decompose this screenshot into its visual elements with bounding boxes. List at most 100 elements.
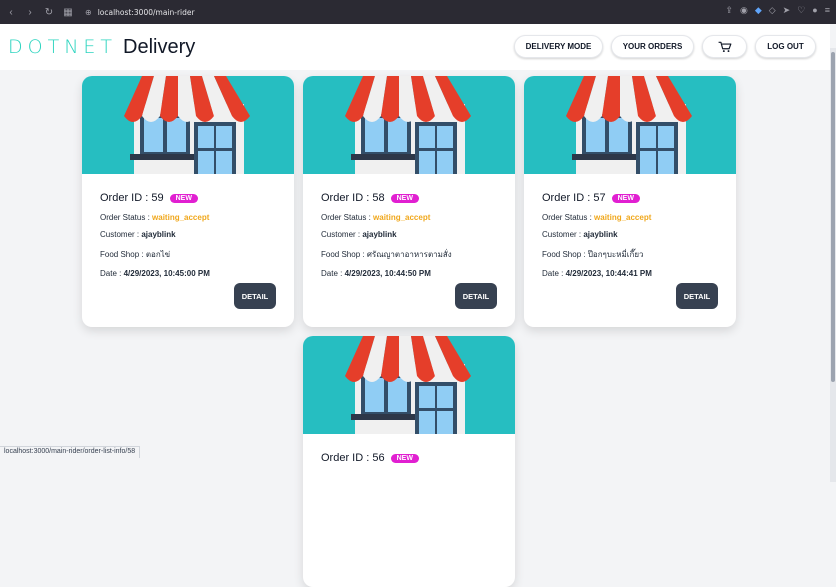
order-status: waiting_accept bbox=[373, 212, 431, 222]
order-status-row: Order Status : waiting_accept bbox=[542, 213, 722, 222]
forward-icon[interactable]: › bbox=[25, 7, 35, 18]
cart-button[interactable] bbox=[702, 35, 747, 58]
food-shop-label: Food Shop : bbox=[100, 249, 146, 259]
order-info: Order ID : 59 NEW Order Status : waiting… bbox=[100, 192, 280, 278]
date-row: Date : 4/29/2023, 10:44:50 PM bbox=[321, 269, 501, 278]
food-shop-name: ตอกไข่ bbox=[145, 249, 171, 259]
food-shop-row: Food Shop : ป๊อกๆบะหมี่เกี๊ยว bbox=[542, 248, 722, 261]
order-card[interactable]: Order ID : 58 NEW Order Status : waiting… bbox=[303, 76, 515, 327]
food-shop-name: ป๊อกๆบะหมี่เกี๊ยว bbox=[587, 249, 644, 259]
heart-icon[interactable]: ♡ bbox=[797, 5, 805, 16]
app-header: DOTNET Delivery DELIVERY MODE YOUR ORDER… bbox=[0, 24, 830, 70]
order-info: Order ID : 58 NEW Order Status : waiting… bbox=[321, 192, 501, 278]
order-info: Order ID : 57 NEW Order Status : waiting… bbox=[542, 192, 722, 278]
order-title: Order ID : 59 NEW bbox=[100, 192, 280, 204]
send-icon[interactable]: ➤ bbox=[783, 5, 791, 16]
date-label: Date : bbox=[321, 269, 345, 278]
share-icon[interactable]: ⇪ bbox=[725, 5, 733, 16]
food-shop-name: ศรัณญาตาอาหารตามสั่ง bbox=[366, 249, 452, 259]
order-title: Order ID : 57 NEW bbox=[542, 192, 722, 204]
customer-row: Customer : ajayblink bbox=[100, 230, 280, 239]
shop-image bbox=[303, 336, 515, 434]
browser-nav: ‹ › ↻ ▦ bbox=[0, 7, 73, 18]
shop-image bbox=[303, 76, 515, 174]
order-id-line: Order ID : 57 bbox=[542, 192, 606, 204]
extensions-icon[interactable]: ◇ bbox=[769, 5, 776, 16]
customer-name: ajayblink bbox=[583, 230, 618, 239]
address-bar[interactable]: ⊕ localhost:3000/main-rider bbox=[85, 3, 723, 21]
header-nav: DELIVERY MODE YOUR ORDERS LOG OUT bbox=[514, 35, 816, 58]
storefront-illustration bbox=[566, 76, 692, 174]
order-id-label: Order ID : bbox=[542, 192, 594, 204]
date-label: Date : bbox=[100, 269, 124, 278]
scrollbar-thumb[interactable] bbox=[831, 52, 835, 382]
log-out-button[interactable]: LOG OUT bbox=[755, 35, 816, 58]
food-shop-label: Food Shop : bbox=[321, 249, 367, 259]
customer-row: Customer : ajayblink bbox=[542, 230, 722, 239]
order-date: 4/29/2023, 10:44:50 PM bbox=[344, 269, 431, 278]
shield-icon[interactable]: ◆ bbox=[755, 5, 762, 16]
new-badge: NEW bbox=[390, 453, 419, 463]
order-status-row: Order Status : waiting_accept bbox=[100, 213, 280, 222]
order-id: 57 bbox=[593, 192, 606, 204]
food-shop-row: Food Shop : ตอกไข่ bbox=[100, 248, 280, 261]
page-scrollbar[interactable] bbox=[830, 48, 836, 482]
order-date: 4/29/2023, 10:44:41 PM bbox=[565, 269, 652, 278]
order-status: waiting_accept bbox=[152, 212, 210, 222]
food-shop-row: Food Shop : ศรัณญาตาอาหารตามสั่ง bbox=[321, 248, 501, 261]
detail-button[interactable]: DETAIL bbox=[676, 283, 718, 309]
tab-icon[interactable]: ▦ bbox=[63, 7, 73, 18]
order-id-line: Order ID : 58 bbox=[321, 192, 385, 204]
order-status-label: Order Status : bbox=[100, 212, 153, 222]
order-id-label: Order ID : bbox=[321, 192, 373, 204]
food-shop-label: Food Shop : bbox=[542, 249, 588, 259]
order-title: Order ID : 56 NEW bbox=[321, 452, 501, 464]
order-id: 59 bbox=[151, 192, 164, 204]
order-card[interactable]: Order ID : 57 NEW Order Status : waiting… bbox=[524, 76, 736, 327]
customer-name: ajayblink bbox=[362, 230, 397, 239]
storefront-illustration bbox=[345, 336, 471, 434]
profile-icon[interactable]: ● bbox=[812, 5, 817, 16]
order-id-line: Order ID : 56 bbox=[321, 452, 385, 464]
date-row: Date : 4/29/2023, 10:44:41 PM bbox=[542, 269, 722, 278]
url-text[interactable]: localhost:3000/main-rider bbox=[98, 8, 195, 17]
order-card[interactable]: Order ID : 56 NEW bbox=[303, 336, 515, 587]
menu-icon[interactable]: ≡ bbox=[825, 5, 830, 16]
date-row: Date : 4/29/2023, 10:45:00 PM bbox=[100, 269, 280, 278]
order-date: 4/29/2023, 10:45:00 PM bbox=[123, 269, 210, 278]
your-orders-button[interactable]: YOUR ORDERS bbox=[611, 35, 694, 58]
storefront-illustration bbox=[345, 76, 471, 174]
detail-button[interactable]: DETAIL bbox=[234, 283, 276, 309]
back-icon[interactable]: ‹ bbox=[6, 7, 16, 18]
order-id-label: Order ID : bbox=[100, 192, 152, 204]
logo-brand: DOTNET bbox=[8, 36, 118, 58]
order-status: waiting_accept bbox=[594, 212, 652, 222]
new-badge: NEW bbox=[169, 193, 198, 203]
browser-actions: ⇪ ◉ ◆ ◇ ➤ ♡ ● ≡ bbox=[725, 5, 830, 16]
order-card[interactable]: Order ID : 59 NEW Order Status : waiting… bbox=[82, 76, 294, 327]
site-info-icon[interactable]: ⊕ bbox=[85, 8, 92, 17]
logo-word: Delivery bbox=[123, 36, 196, 58]
shop-image bbox=[524, 76, 736, 174]
order-status-label: Order Status : bbox=[321, 212, 374, 222]
logo[interactable]: DOTNET Delivery bbox=[8, 36, 195, 59]
page: DOTNET Delivery DELIVERY MODE YOUR ORDER… bbox=[0, 24, 836, 587]
delivery-mode-button[interactable]: DELIVERY MODE bbox=[514, 35, 603, 58]
reload-icon[interactable]: ↻ bbox=[44, 7, 54, 18]
customer-label: Customer : bbox=[100, 230, 142, 239]
order-id-label: Order ID : bbox=[321, 452, 373, 464]
order-status-row: Order Status : waiting_accept bbox=[321, 213, 501, 222]
customer-name: ajayblink bbox=[141, 230, 176, 239]
new-badge: NEW bbox=[611, 193, 640, 203]
customer-row: Customer : ajayblink bbox=[321, 230, 501, 239]
order-title: Order ID : 58 NEW bbox=[321, 192, 501, 204]
order-id: 58 bbox=[372, 192, 385, 204]
detail-button[interactable]: DETAIL bbox=[455, 283, 497, 309]
order-status-label: Order Status : bbox=[542, 212, 595, 222]
order-id-line: Order ID : 59 bbox=[100, 192, 164, 204]
order-info: Order ID : 56 NEW bbox=[321, 452, 501, 464]
camera-icon[interactable]: ◉ bbox=[740, 5, 748, 16]
customer-label: Customer : bbox=[542, 230, 584, 239]
new-badge: NEW bbox=[390, 193, 419, 203]
storefront-illustration bbox=[124, 76, 250, 174]
